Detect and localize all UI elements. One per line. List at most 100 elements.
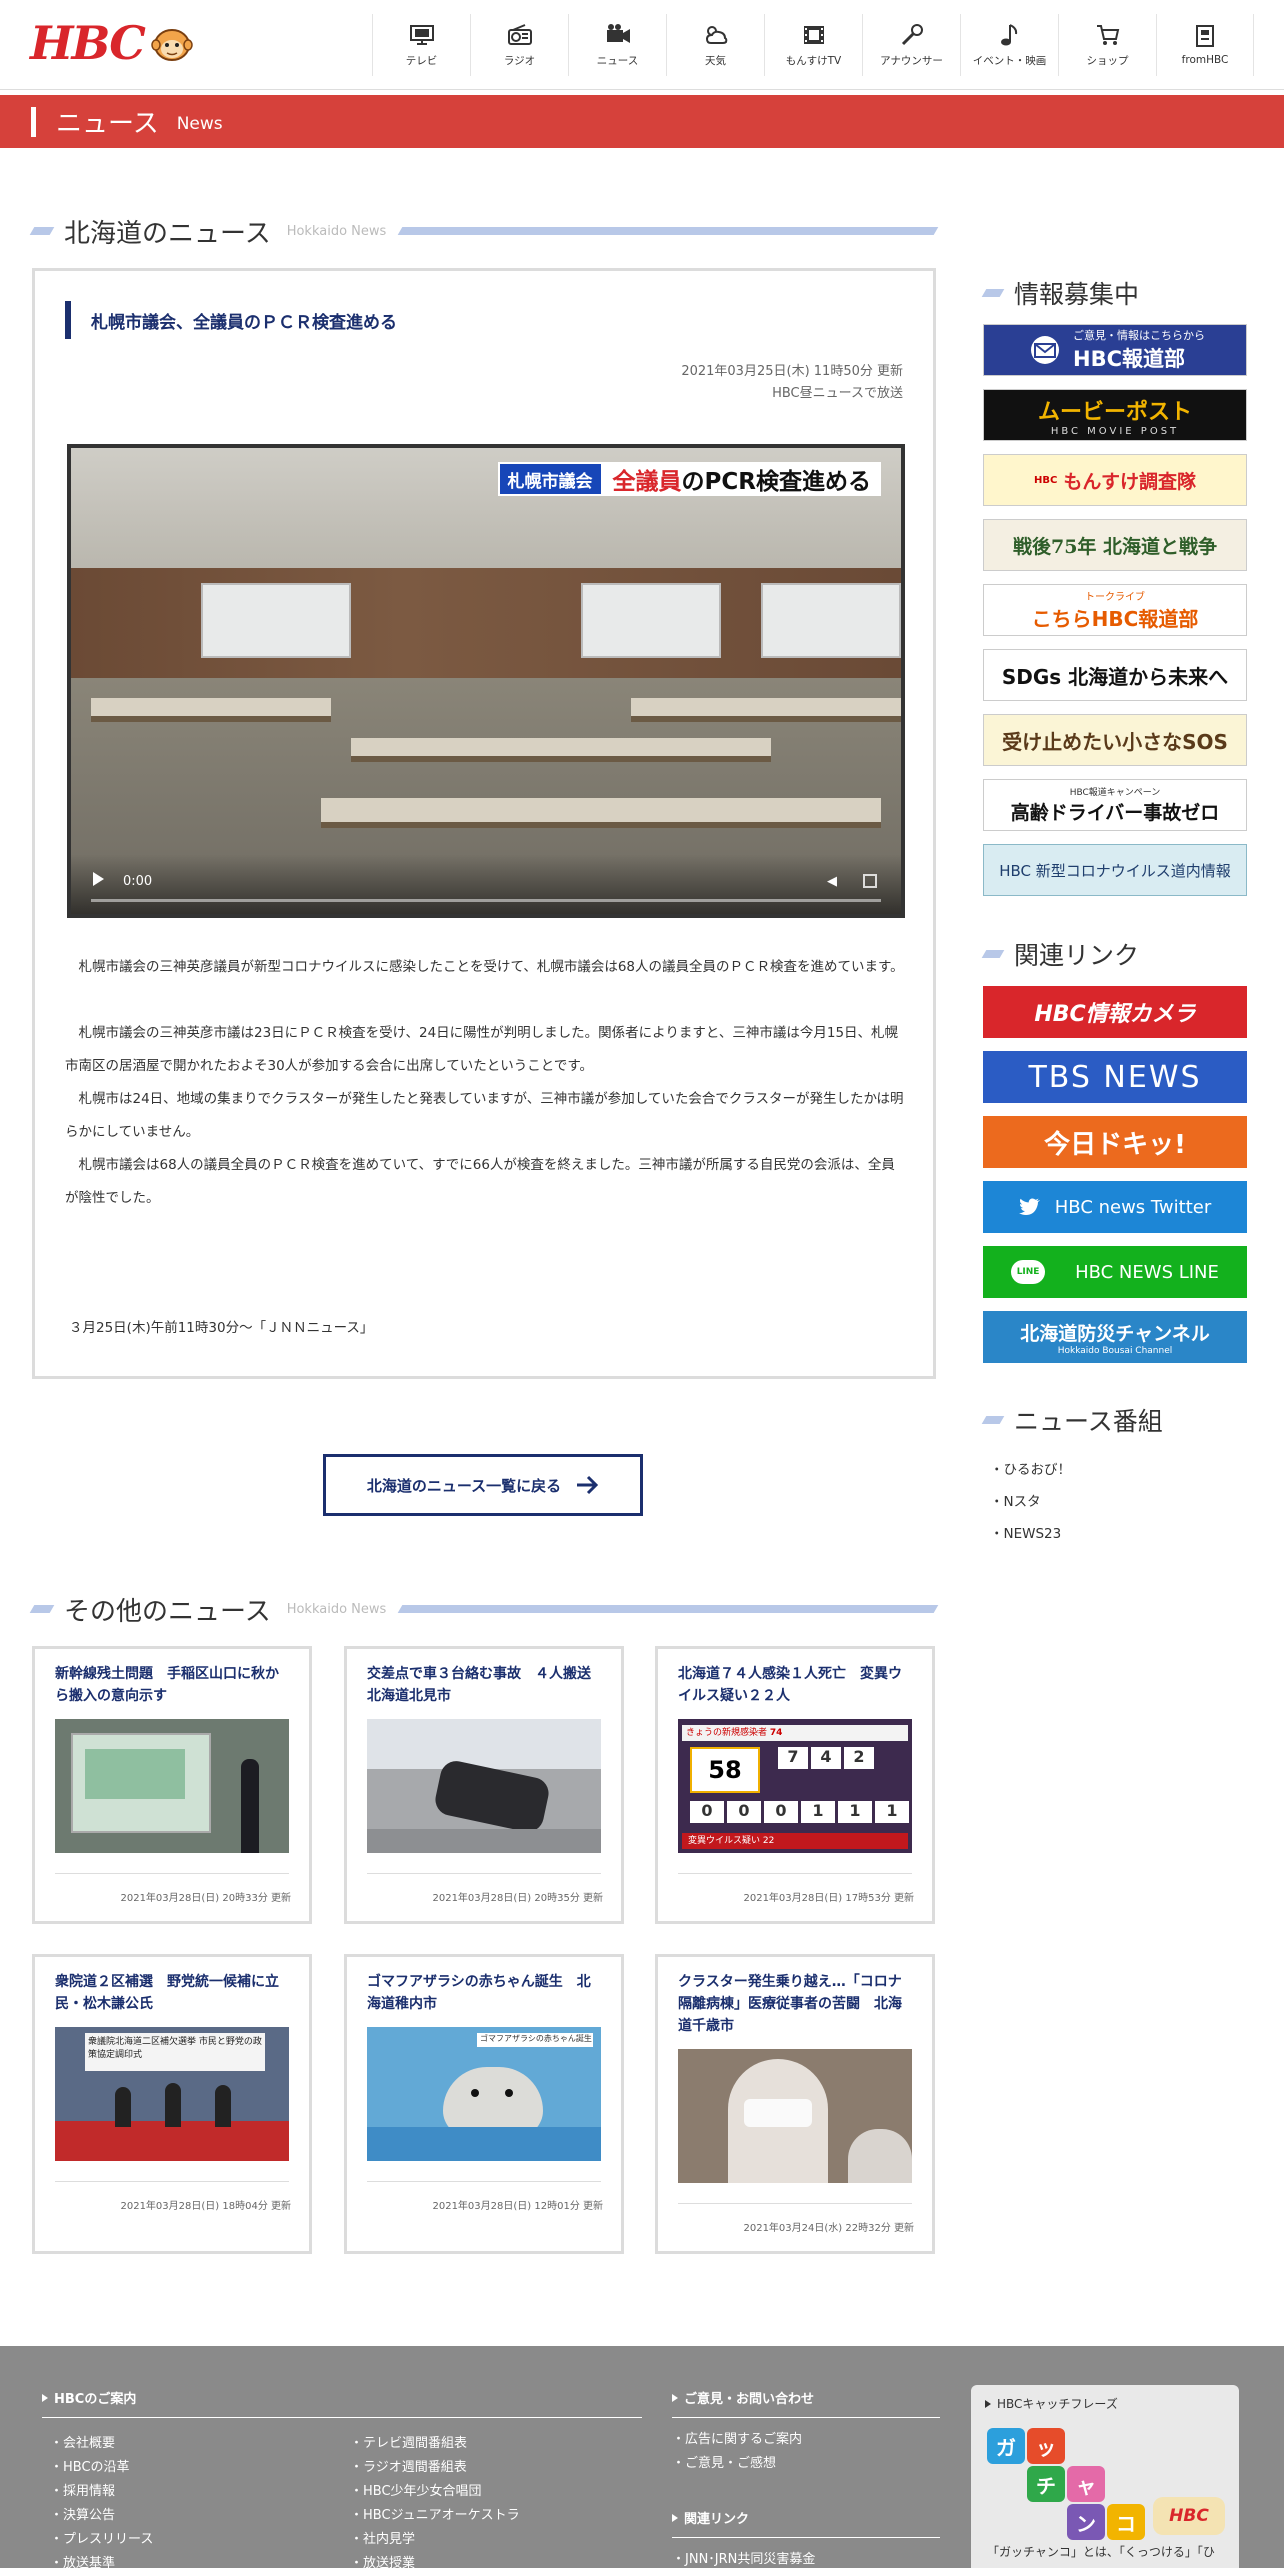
nav-item-monsuke-tv[interactable]: もんすけTV xyxy=(764,14,862,76)
news-card[interactable]: 交差点で車３台絡む事故 ４人搬送 北海道北見市 2021年03月28日(日) 2… xyxy=(344,1646,624,1924)
back-to-list-button[interactable]: 北海道のニュース一覧に戻る xyxy=(323,1454,643,1516)
news-card[interactable]: クラスター発生乗り越え…「コロナ隔離病棟」医療従事者の苦闘 北海道千歳市 202… xyxy=(655,1954,935,2254)
footer-link[interactable]: テレビ週間番組表 xyxy=(350,2432,520,2456)
footer-link[interactable]: 社内見学 xyxy=(350,2528,520,2552)
link-hbc-twitter[interactable]: HBC news Twitter xyxy=(983,1181,1247,1233)
card-title: クラスター発生乗り越え…「コロナ隔離病棟」医療従事者の苦闘 北海道千歳市 xyxy=(678,1974,902,2034)
banner-hbc-report[interactable]: ご意見・情報はこちらから HBC報道部 xyxy=(983,324,1247,376)
nav-item-from-hbc[interactable]: fromHBC xyxy=(1156,14,1254,76)
banner-postwar-75[interactable]: 戦後75年 北海道と戦争 xyxy=(983,519,1247,571)
card-date: 2021年03月28日(日) 20時33分 更新 xyxy=(120,1893,291,1904)
banner-talk-live[interactable]: トークライブ こちらHBC報道部 xyxy=(983,584,1247,636)
nav-item-event-movie[interactable]: イベント・映画 xyxy=(960,14,1058,76)
footer-col-about: HBCのご案内 xyxy=(42,2388,642,2418)
footer-link[interactable]: HBC少年少女合唱団 xyxy=(350,2480,520,2504)
card-divider xyxy=(367,1873,601,1874)
footer-link[interactable]: 会社概要 xyxy=(50,2432,153,2456)
envelope-icon xyxy=(1031,336,1059,364)
link-tbs-news[interactable]: TBS NEWS xyxy=(983,1051,1247,1103)
video-scene-desk xyxy=(631,698,901,722)
nav-item-shop[interactable]: ショップ xyxy=(1058,14,1156,76)
article-meta: 2021年03月25日(木) 11時50分 更新 HBC昼ニュースで放送 xyxy=(681,361,903,405)
footer-link[interactable]: プレスリリース xyxy=(50,2528,153,2552)
nav-item-announcer[interactable]: アナウンサー xyxy=(862,14,960,76)
article-paragraph: 札幌市議会は68人の議員全員のＰＣＲ検査を進めていて、すでに66人が検査を終えま… xyxy=(65,1157,895,1206)
nav-item-weather[interactable]: 天気 xyxy=(666,14,764,76)
video-player[interactable]: 札幌市議会 全議員 のPCR検査進める 0:00 ◀ xyxy=(67,444,905,918)
banner-sub: ご意見・情報はこちらから xyxy=(1073,329,1205,342)
arrow-right-icon xyxy=(577,1475,599,1495)
news-card[interactable]: ゴマフアザラシの赤ちゃん誕生 北海道稚内市 ゴマフアザラシの赤ちゃん誕生 202… xyxy=(344,1954,624,2254)
seal-caption: ゴマフアザラシの赤ちゃん誕生 xyxy=(477,2033,593,2047)
footer-link[interactable]: 広告に関するご案内 xyxy=(672,2428,940,2452)
footer-link[interactable]: 採用情報 xyxy=(50,2480,153,2504)
caption-red: 全議員 xyxy=(612,469,682,495)
program-link[interactable]: ・NEWS23 xyxy=(990,1522,1061,1542)
card-date: 2021年03月28日(日) 12時01分 更新 xyxy=(432,2201,603,2212)
article-body: 札幌市議会の三神英彦議員が新型コロナウイルスに感染したことを受けて、札幌市議会は… xyxy=(65,951,907,1215)
banner-small-sos[interactable]: 受け止めたい小さなSOS xyxy=(983,714,1247,766)
banner-covid-info[interactable]: HBC 新型コロナウイルス道内情報 xyxy=(983,844,1247,896)
banner-movie-post[interactable]: ムービーポスト HBC MOVIE POST xyxy=(983,389,1247,441)
sidebar-title: ニュース番組 xyxy=(1014,1407,1163,1436)
news-card[interactable]: 北海道７４人感染１人死亡 変異ウイルス疑い２２人 きょうの新規感染者 74 58… xyxy=(655,1646,935,1924)
hbc-logo[interactable]: HBC xyxy=(30,16,194,70)
footer-heading: 関連リンク xyxy=(672,2508,940,2538)
banner-text: こちらHBC報道部 xyxy=(1031,607,1199,631)
banner-text: HBC報道部 xyxy=(1073,347,1185,371)
banner-elderly-driver[interactable]: HBC報道キャンペーン 高齢ドライバー事故ゼロ xyxy=(983,779,1247,831)
banner-monsuke-survey[interactable]: HBC もんすけ調査隊 xyxy=(983,454,1247,506)
banner-sub: HBC MOVIE POST xyxy=(1050,425,1180,437)
news-card[interactable]: 衆院道２区補選 野党統一候補に立民・松木謙公氏 衆議院北海道二区補欠選挙 市民と… xyxy=(32,1954,312,2254)
nav-item-radio[interactable]: ラジオ xyxy=(470,14,568,76)
video-time: 0:00 xyxy=(123,874,153,889)
other-news-heading: その他のニュース Hokkaido News xyxy=(29,1591,939,1627)
heading-mark xyxy=(29,1605,55,1613)
footer-link[interactable]: HBCジュニアオーケストラ xyxy=(350,2504,520,2528)
nav-label: テレビ xyxy=(405,54,438,67)
banner-sdgs[interactable]: SDGs 北海道から未来へ xyxy=(983,649,1247,701)
nav-label: アナウンサー xyxy=(880,54,943,67)
nav-label: もんすけTV xyxy=(785,54,842,67)
video-progress-bar[interactable] xyxy=(91,899,881,902)
link-kyou-doki[interactable]: 今日ドキッ! xyxy=(983,1116,1247,1168)
caption-label: 札幌市議会 xyxy=(497,462,603,496)
video-scene-window xyxy=(761,583,901,658)
heading-mark xyxy=(981,950,1005,958)
volume-icon[interactable]: ◀ xyxy=(827,874,841,889)
card-title: 衆院道２区補選 野党統一候補に立民・松木謙公氏 xyxy=(55,1974,279,2012)
footer-link[interactable]: 放送基準 xyxy=(50,2552,153,2568)
program-link[interactable]: ・Nスタ xyxy=(990,1490,1041,1510)
fullscreen-icon[interactable] xyxy=(863,874,877,888)
play-icon[interactable] xyxy=(93,872,104,886)
catch-hbc-logo: HBC xyxy=(1153,2497,1225,2535)
article-updated: 2021年03月25日(木) 11時50分 更新 xyxy=(681,364,903,379)
link-hbc-camera[interactable]: HBC情報カメラ xyxy=(983,986,1247,1038)
card-date: 2021年03月28日(日) 17時53分 更新 xyxy=(743,1893,914,1904)
card-divider xyxy=(367,2181,601,2182)
weather-icon xyxy=(705,25,727,44)
heading-line xyxy=(398,1605,939,1613)
infobox-grid-bottom: 0 0 0 1 1 1 xyxy=(690,1801,909,1823)
twitter-bird-icon xyxy=(1018,1198,1040,1215)
article-title-wrap: 札幌市議会、全議員のＰＣＲ検査進める xyxy=(65,301,397,339)
footer-link[interactable]: 決算公告 xyxy=(50,2504,153,2528)
footer-col-contact: ご意見・お問い合わせ 広告に関するご案内 ご意見・ご感想 xyxy=(672,2388,940,2476)
footer-link[interactable]: 放送授業 xyxy=(350,2552,520,2568)
video-scene-desk xyxy=(351,738,771,762)
banner-text: 今日ドキッ! xyxy=(1044,1129,1186,1160)
link-bousai-channel[interactable]: 北海道防災チャンネル Hokkaido Bousai Channel xyxy=(983,1311,1247,1363)
video-controls: 0:00 ◀ xyxy=(71,854,901,914)
news-card[interactable]: 新幹線残土問題 手稲区山口に秋から搬入の意向示す 2021年03月28日(日) … xyxy=(32,1646,312,1924)
nav-item-news[interactable]: ニュース xyxy=(568,14,666,76)
infobox-big-number: 58 xyxy=(690,1747,760,1793)
footer-link[interactable]: ラジオ週間番組表 xyxy=(350,2456,520,2480)
program-link[interactable]: ・ひるおび！ xyxy=(990,1458,1071,1478)
link-hbc-line[interactable]: LINE HBC NEWS LINE xyxy=(983,1246,1247,1298)
footer-link[interactable]: JNN･JRN共同災害募金 xyxy=(672,2548,940,2568)
footer-link[interactable]: HBCの沿革 xyxy=(50,2456,153,2480)
footer-link[interactable]: ご意見・ご感想 xyxy=(672,2452,940,2476)
nav-item-tv[interactable]: テレビ xyxy=(372,14,470,76)
article-broadcast: HBC昼ニュースで放送 xyxy=(772,386,903,401)
back-button-label: 北海道のニュース一覧に戻る xyxy=(366,1476,562,1495)
